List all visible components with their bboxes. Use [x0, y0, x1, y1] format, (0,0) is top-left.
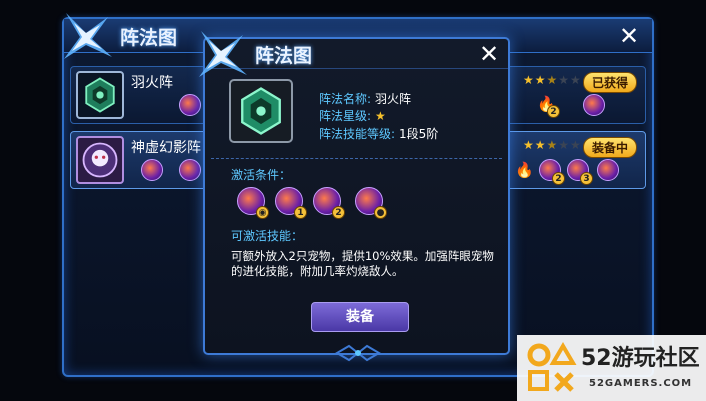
swirl-badge-icon: 2 — [313, 187, 345, 219]
activatable-skill-label: 可激活技能： — [231, 229, 304, 243]
dialog-title: 阵法图 — [255, 45, 313, 67]
window-close-icon[interactable]: ✕ — [616, 23, 642, 49]
swirl-icon: 2 — [539, 159, 565, 185]
level-value: 1段5阶 — [399, 127, 439, 141]
star-emblem-icon — [64, 13, 112, 59]
swirl-icon — [141, 159, 163, 181]
swirl-person-icon — [597, 159, 619, 181]
star-emblem-icon — [199, 31, 247, 77]
divider — [211, 158, 502, 159]
half-star-icon: ★ — [375, 109, 386, 123]
formation-detail-dialog: 阵法图 ✕ 阵法名称: 羽火阵 阵法星级: ★ 阵法技能等级: 1段5阶 激活条件： … — [199, 31, 510, 362]
swirl-eye-icon — [179, 159, 201, 181]
watermark-url: 52GAMERS.COM — [589, 378, 693, 389]
formation-star-row: 阵法星级: ★ — [319, 107, 386, 124]
watermark: 52游玩社区 52GAMERS.COM — [517, 335, 706, 401]
watermark-logo — [527, 342, 577, 392]
window-title: 阵法图 — [120, 27, 178, 49]
green-hex-formation-icon — [76, 71, 124, 119]
count-badge: 2 — [332, 206, 345, 219]
count-badge: 3 — [580, 172, 593, 185]
status-badge: 已获得 — [582, 72, 637, 93]
watermark-brand: 52游玩社区 — [581, 346, 700, 371]
star-rating: ★★★★★ — [523, 138, 582, 152]
swirl-person-icon — [583, 94, 605, 116]
count-badge: 2 — [552, 172, 565, 185]
swirl-icon: 3 — [567, 159, 593, 185]
level-label: 阵法技能等级: — [319, 127, 396, 141]
activation-condition-label: 激活条件： — [231, 168, 292, 182]
skill-description: 可额外放入2只宠物，提供10%效果。加强阵眼宠物的进化技能，附加几率灼烧敌人。 — [231, 249, 494, 278]
name-value: 羽火阵 — [375, 92, 412, 106]
star-label: 阵法星级: — [319, 109, 372, 123]
formation-level-row: 阵法技能等级: 1段5阶 — [319, 125, 438, 142]
fire-icon: 🔥 2 — [537, 95, 560, 118]
status-badge: 装备中 — [582, 137, 637, 158]
eye-badge-icon: ◉ — [237, 187, 269, 219]
ornament-icon — [335, 344, 381, 362]
star-rating: ★★★★★ — [523, 73, 582, 87]
count-badge: 2 — [547, 105, 560, 118]
equip-button[interactable]: 装备 — [311, 302, 409, 332]
count-badge: 1 — [294, 206, 307, 219]
fire-badge-icon: 1 — [275, 187, 307, 219]
formation-name: 羽火阵 — [131, 75, 173, 91]
green-hex-formation-icon — [229, 79, 293, 143]
name-label: 阵法名称: — [319, 92, 372, 106]
formation-name-row: 阵法名称: 羽火阵 — [319, 90, 411, 107]
purple-ghost-formation-icon — [76, 136, 124, 184]
swirl-eye-icon — [179, 94, 201, 116]
close-icon[interactable]: ✕ — [476, 41, 502, 67]
formation-name: 神虚幻影阵 — [131, 140, 201, 156]
fire-icon: 🔥 — [515, 161, 534, 179]
person-badge-icon: ● — [355, 187, 387, 219]
